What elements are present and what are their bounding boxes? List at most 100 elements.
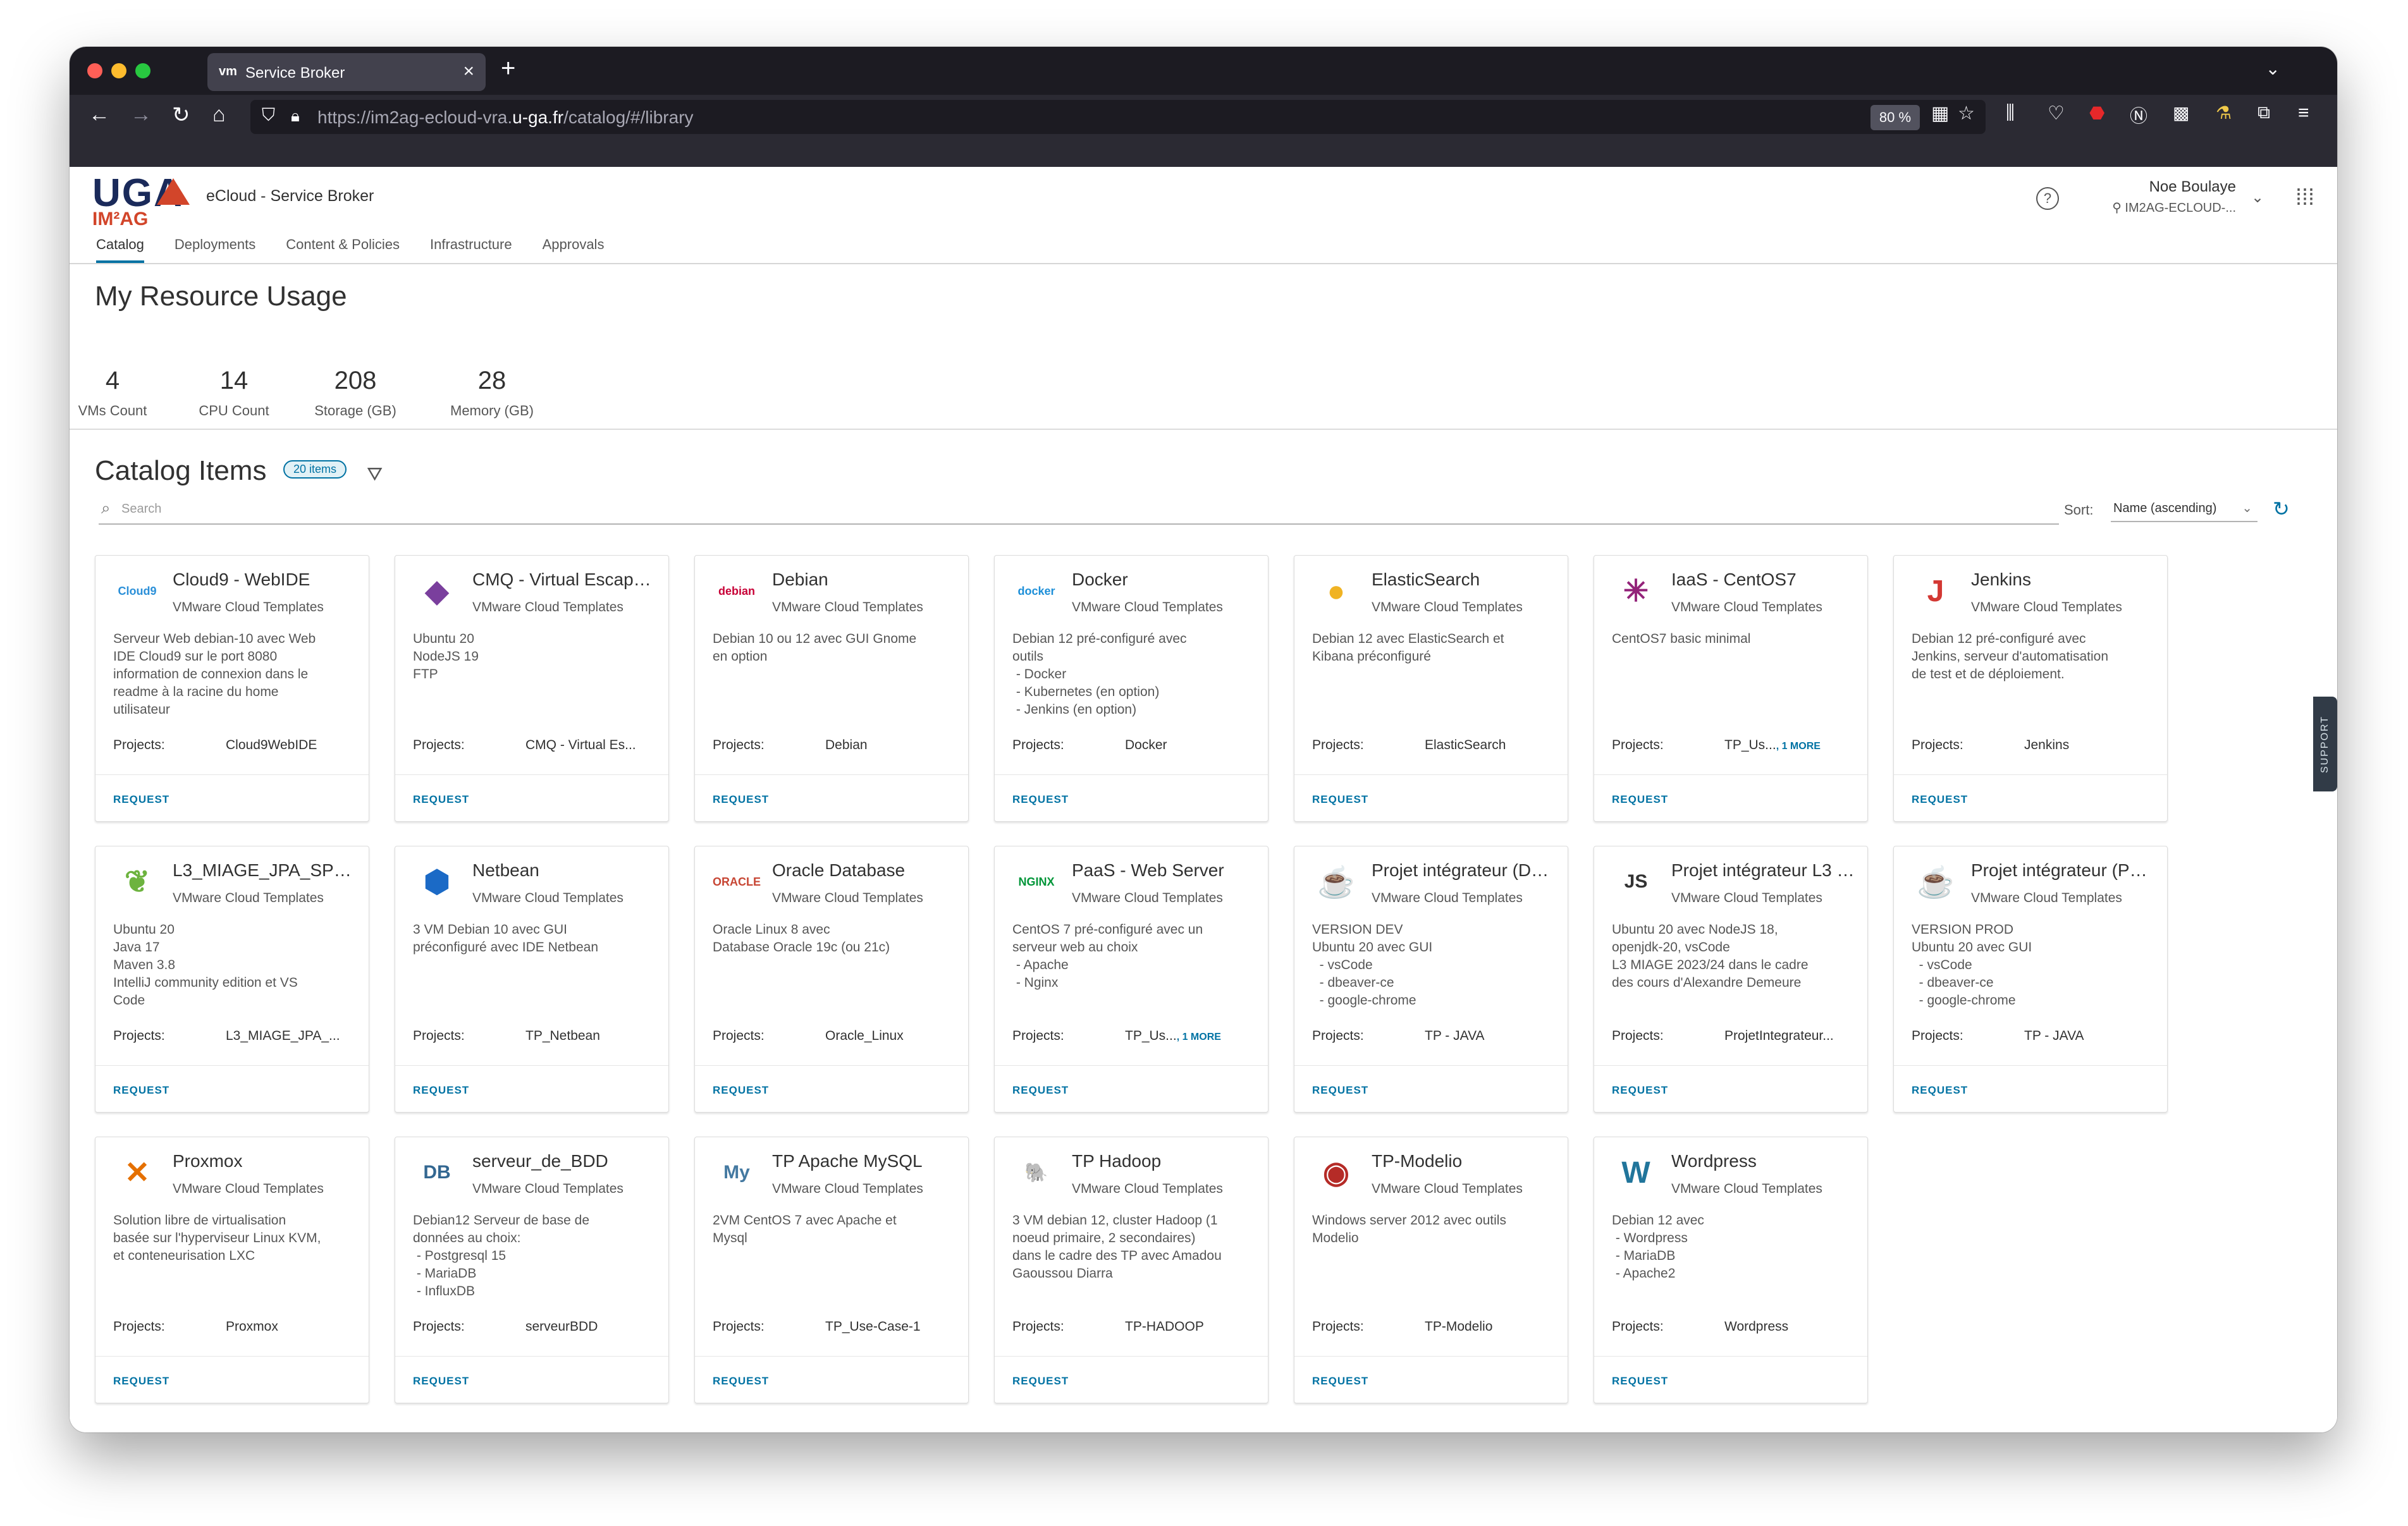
notion-icon[interactable]: Ⓝ bbox=[2130, 102, 2147, 128]
flask-icon[interactable]: ⚗ bbox=[2216, 102, 2232, 123]
back-arrow-icon[interactable]: ← bbox=[89, 102, 110, 127]
lock-icon[interactable]: 🔒︎ bbox=[291, 106, 300, 126]
bookmark-star-icon[interactable]: ☆ bbox=[1958, 102, 1975, 125]
request-button[interactable]: REQUEST bbox=[1912, 1084, 1968, 1097]
catalog-card[interactable]: ◆ CMQ - Virtual Escape Game VMware Cloud T… bbox=[395, 555, 669, 822]
url-text[interactable]: https://im2ag-ecloud-vra.u-ga.fr/catalog… bbox=[317, 107, 694, 128]
tab-close-icon[interactable]: × bbox=[463, 61, 474, 82]
card-projects-label: Projects: bbox=[1612, 1319, 1664, 1334]
request-button[interactable]: REQUEST bbox=[1012, 1375, 1069, 1388]
spring-icon: ❦ bbox=[124, 865, 150, 899]
catalog-count-badge: 20 items bbox=[283, 460, 347, 479]
request-button[interactable]: REQUEST bbox=[1612, 793, 1668, 806]
catalog-card[interactable]: DB serveur_de_BDD VMware Cloud Templates De… bbox=[395, 1137, 669, 1403]
request-button[interactable]: REQUEST bbox=[1012, 793, 1069, 806]
tab-deployments[interactable]: Deployments bbox=[175, 236, 255, 263]
menu-hamburger-icon[interactable]: ≡ bbox=[2298, 102, 2309, 124]
shield-icon[interactable]: ⛉ bbox=[262, 105, 275, 126]
request-button[interactable]: REQUEST bbox=[1312, 1084, 1368, 1097]
card-divider bbox=[995, 1356, 1268, 1357]
card-projects-more[interactable]: , 1 MORE bbox=[1776, 741, 1821, 752]
catalog-card[interactable]: W Wordpress VMware Cloud Templates Debian 1… bbox=[1594, 1137, 1868, 1403]
debian-icon: debian bbox=[718, 584, 755, 597]
request-button[interactable]: REQUEST bbox=[713, 1084, 769, 1097]
app-switcher-grid-icon[interactable]: ⁞⁞⁞ bbox=[2295, 186, 2314, 209]
request-button[interactable]: REQUEST bbox=[1312, 1375, 1368, 1388]
catalog-card[interactable]: ❦ L3_MIAGE_JPA_SPRING VMware Cloud Templat… bbox=[95, 846, 369, 1113]
forward-arrow-icon[interactable]: → bbox=[130, 102, 152, 127]
request-button[interactable]: REQUEST bbox=[113, 1084, 169, 1097]
minimize-window-icon[interactable] bbox=[111, 63, 126, 78]
request-button[interactable]: REQUEST bbox=[113, 793, 169, 806]
card-projects-more[interactable]: , 1 MORE bbox=[1177, 1032, 1221, 1042]
card-projects-value: TP-HADOOP bbox=[1125, 1319, 1204, 1334]
catalog-card[interactable]: My TP Apache MySQL VMware Cloud Templates 2… bbox=[694, 1137, 969, 1403]
request-button[interactable]: REQUEST bbox=[113, 1375, 169, 1388]
request-button[interactable]: REQUEST bbox=[413, 1084, 469, 1097]
sort-select[interactable]: Name (ascending) ⌄ bbox=[2111, 496, 2258, 522]
browser-tab[interactable]: vm Service Broker × bbox=[207, 53, 486, 91]
catalog-card[interactable]: JS Projet intégrateur L3 MIAGE VMware Clou… bbox=[1594, 846, 1868, 1113]
request-button[interactable]: REQUEST bbox=[1612, 1084, 1668, 1097]
catalog-card[interactable]: NGINX PaaS - Web Server VMware Cloud Templ… bbox=[994, 846, 1268, 1113]
pocket-icon[interactable]: ♡ bbox=[2048, 102, 2065, 125]
tab-list-chevron-icon[interactable]: ⌄ bbox=[2266, 58, 2280, 79]
card-projects-value: TP - JAVA bbox=[1425, 1029, 1485, 1043]
card-title: Debian bbox=[772, 570, 828, 589]
filter-icon[interactable]: ⛛ bbox=[367, 464, 383, 485]
tab-approvals[interactable]: Approvals bbox=[543, 236, 605, 263]
catalog-search-input[interactable]: ⌕ Search bbox=[99, 496, 2059, 525]
card-divider bbox=[1294, 1065, 1568, 1066]
refresh-icon[interactable]: ↻ bbox=[2273, 497, 2290, 521]
request-button[interactable]: REQUEST bbox=[1912, 793, 1968, 806]
wordpress-icon: W bbox=[1621, 1156, 1650, 1190]
tab-catalog[interactable]: Catalog bbox=[96, 236, 144, 263]
catalog-card[interactable]: ORACLE Oracle Database VMware Cloud Templa… bbox=[694, 846, 969, 1113]
request-button[interactable]: REQUEST bbox=[713, 793, 769, 806]
catalog-card[interactable]: J Jenkins VMware Cloud Templates Debian 12 … bbox=[1893, 555, 2168, 822]
help-icon[interactable]: ? bbox=[2036, 187, 2059, 210]
catalog-card[interactable]: ◉ TP-Modelio VMware Cloud Templates Windows… bbox=[1294, 1137, 1568, 1403]
catalog-card[interactable]: ✳ IaaS - CentOS7 VMware Cloud Templates Cen… bbox=[1594, 555, 1868, 822]
apps-icon[interactable]: ▩ bbox=[2173, 102, 2189, 123]
user-chevron-down-icon[interactable]: ⌄ bbox=[2251, 188, 2264, 207]
request-button[interactable]: REQUEST bbox=[413, 793, 469, 806]
request-button[interactable]: REQUEST bbox=[713, 1375, 769, 1388]
catalog-card[interactable]: 🐘 TP Hadoop VMware Cloud Templates 3 VM deb… bbox=[994, 1137, 1268, 1403]
card-subtitle: VMware Cloud Templates bbox=[173, 600, 324, 614]
request-button[interactable]: REQUEST bbox=[1612, 1375, 1668, 1388]
new-tab-icon[interactable]: + bbox=[501, 54, 515, 83]
card-subtitle: VMware Cloud Templates bbox=[173, 1181, 324, 1196]
support-tab[interactable]: SUPPORT bbox=[2313, 697, 2337, 791]
maximize-window-icon[interactable] bbox=[135, 63, 150, 78]
card-projects-value: TP_Use-Case-1 bbox=[825, 1319, 921, 1334]
catalog-card[interactable]: debian Debian VMware Cloud Templates Debian… bbox=[694, 555, 969, 822]
user-menu[interactable]: Noe Boulaye ⚲ IM2AG-ECLOUD-... bbox=[2097, 178, 2236, 216]
app-header: UGA IM²AG eCloud - Service Broker Catalo… bbox=[70, 167, 2337, 264]
catalog-card[interactable]: docker Docker VMware Cloud Templates Debian… bbox=[994, 555, 1268, 822]
tab-infrastructure[interactable]: Infrastructure bbox=[430, 236, 512, 263]
request-button[interactable]: REQUEST bbox=[1312, 793, 1368, 806]
card-description: Debian 12 pré-configuré avec Jenkins, se… bbox=[1912, 632, 2109, 681]
request-button[interactable]: REQUEST bbox=[1012, 1084, 1069, 1097]
request-button[interactable]: REQUEST bbox=[413, 1375, 469, 1388]
catalog-card[interactable]: ⬢ Netbean VMware Cloud Templates 3 VM Debia… bbox=[395, 846, 669, 1113]
extensions-grid-icon[interactable]: ▦ bbox=[1931, 102, 1949, 125]
extension-puzzle-icon[interactable]: ⧉ bbox=[2258, 102, 2270, 123]
catalog-card[interactable]: Cloud9 Cloud9 - WebIDE VMware Cloud Templa… bbox=[95, 555, 369, 822]
card-subtitle: VMware Cloud Templates bbox=[173, 891, 324, 905]
catalog-card[interactable]: ☕ Projet intégrateur (DEV) VMware Cloud Te… bbox=[1294, 846, 1568, 1113]
zoom-level[interactable]: 80 % bbox=[1870, 105, 1920, 130]
catalog-card[interactable]: ☕ Projet intégrateur (PROD) VMware Cloud T… bbox=[1893, 846, 2168, 1113]
catalog-card[interactable]: ✕ Proxmox VMware Cloud Templates Solution l… bbox=[95, 1137, 369, 1403]
tab-content-policies[interactable]: Content & Policies bbox=[286, 236, 400, 263]
ublock-icon[interactable]: ⬣ bbox=[2089, 102, 2104, 123]
catalog-card[interactable]: ● ElasticSearch VMware Cloud Templates Debi… bbox=[1294, 555, 1568, 822]
card-description: Ubuntu 20 Java 17 Maven 3.8 IntelliJ com… bbox=[113, 922, 298, 1008]
home-icon[interactable]: ⌂ bbox=[212, 102, 226, 127]
reload-icon[interactable]: ↻ bbox=[172, 102, 190, 128]
close-window-icon[interactable] bbox=[87, 63, 102, 78]
library-icon[interactable]: ⫼ bbox=[2006, 102, 2015, 124]
card-projects-value: TP_Netbean bbox=[525, 1029, 600, 1043]
usage-memory: 28 Memory (GB) bbox=[450, 367, 534, 418]
